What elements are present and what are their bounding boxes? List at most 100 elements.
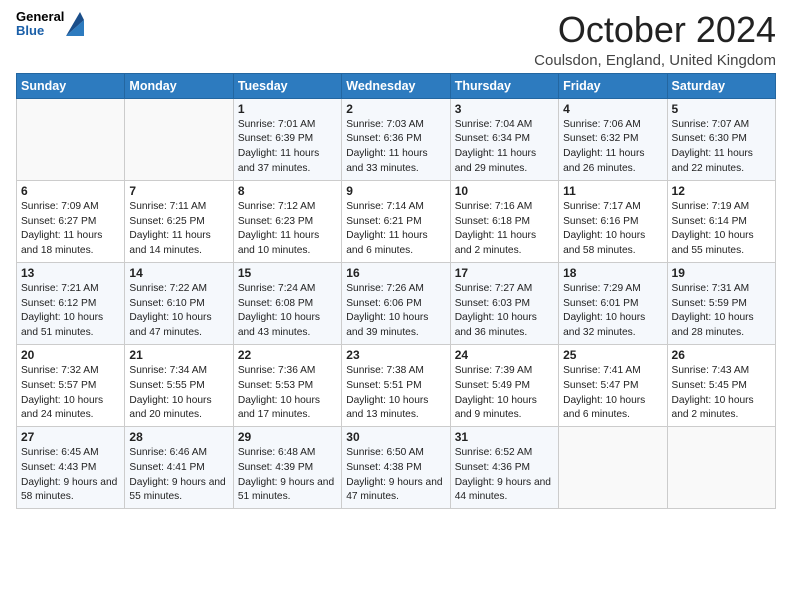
table-row: 3 Sunrise: 7:04 AMSunset: 6:34 PMDaylight… [450, 98, 558, 180]
table-row: 19 Sunrise: 7:31 AMSunset: 5:59 PMDayligh… [667, 262, 775, 344]
table-row: 12Sunrise: 7:19 AMSunset: 6:14 PMDayligh… [667, 180, 775, 262]
day-number: 17 [455, 266, 554, 280]
day-info: Sunrise: 7:14 AMSunset: 6:21 PMDaylight:… [346, 200, 445, 259]
day-info: Sunrise: 7:41 AMSunset: 5:47 PMDaylight:… [563, 364, 662, 423]
day-number: 18 [563, 266, 662, 280]
day-info: Sunrise: 7:01 AMSunset: 6:39 PMDaylight:… [238, 118, 337, 177]
day-info: Sunrise: 6:46 AMSunset: 4:41 PMDaylight:… [129, 446, 228, 505]
day-number: 22 [238, 348, 337, 362]
table-row: 2 Sunrise: 7:03 AMSunset: 6:36 PMDaylight… [342, 98, 450, 180]
calendar-table: Sunday Monday Tuesday Wednesday Thursday… [16, 73, 776, 510]
table-row: 16Sunrise: 7:26 AMSunset: 6:06 PMDayligh… [342, 262, 450, 344]
table-row: 26 Sunrise: 7:43 AMSunset: 5:45 PMDayligh… [667, 344, 775, 426]
table-row: 29Sunrise: 6:48 AMSunset: 4:39 PMDayligh… [233, 427, 341, 509]
day-info: Sunrise: 7:06 AMSunset: 6:32 PMDaylight:… [563, 118, 662, 177]
day-number: 1 [238, 102, 337, 116]
day-info: Sunrise: 6:48 AMSunset: 4:39 PMDaylight:… [238, 446, 337, 505]
table-row: 8Sunrise: 7:12 AMSunset: 6:23 PMDaylight… [233, 180, 341, 262]
col-friday: Friday [559, 73, 667, 98]
table-row: 22 Sunrise: 7:36 AMSunset: 5:53 PMDayligh… [233, 344, 341, 426]
calendar-week-row: 20Sunrise: 7:32 AMSunset: 5:57 PMDayligh… [17, 344, 776, 426]
day-info: Sunrise: 7:29 AMSunset: 6:01 PMDaylight:… [563, 282, 662, 341]
table-row: 6 Sunrise: 7:09 AMSunset: 6:27 PMDaylight… [17, 180, 125, 262]
day-number: 15 [238, 266, 337, 280]
month-title: October 2024 [534, 10, 776, 50]
day-number: 30 [346, 430, 445, 444]
col-thursday: Thursday [450, 73, 558, 98]
col-sunday: Sunday [17, 73, 125, 98]
table-row: 18 Sunrise: 7:29 AMSunset: 6:01 PMDayligh… [559, 262, 667, 344]
table-row: 31 Sunrise: 6:52 AMSunset: 4:36 PMDayligh… [450, 427, 558, 509]
day-info: Sunrise: 7:03 AMSunset: 6:36 PMDaylight:… [346, 118, 445, 177]
col-wednesday: Wednesday [342, 73, 450, 98]
page: General Blue October 2024 Coulsdon, Engl… [0, 0, 792, 612]
day-info: Sunrise: 7:11 AMSunset: 6:25 PMDaylight:… [129, 200, 228, 259]
calendar-week-row: 27Sunrise: 6:45 AMSunset: 4:43 PMDayligh… [17, 427, 776, 509]
table-row: 25 Sunrise: 7:41 AMSunset: 5:47 PMDayligh… [559, 344, 667, 426]
table-row: 14 Sunrise: 7:22 AMSunset: 6:10 PMDayligh… [125, 262, 233, 344]
table-row: 24Sunrise: 7:39 AMSunset: 5:49 PMDayligh… [450, 344, 558, 426]
day-info: Sunrise: 6:50 AMSunset: 4:38 PMDaylight:… [346, 446, 445, 505]
day-number: 28 [129, 430, 228, 444]
table-row: 13Sunrise: 7:21 AMSunset: 6:12 PMDayligh… [17, 262, 125, 344]
subtitle: Coulsdon, England, United Kingdom [534, 52, 776, 69]
day-info: Sunrise: 7:04 AMSunset: 6:34 PMDaylight:… [455, 118, 554, 177]
table-row: 20Sunrise: 7:32 AMSunset: 5:57 PMDayligh… [17, 344, 125, 426]
table-row: 5Sunrise: 7:07 AMSunset: 6:30 PMDaylight… [667, 98, 775, 180]
table-row: 27Sunrise: 6:45 AMSunset: 4:43 PMDayligh… [17, 427, 125, 509]
day-number: 20 [21, 348, 120, 362]
table-row: 11 Sunrise: 7:17 AMSunset: 6:16 PMDayligh… [559, 180, 667, 262]
day-number: 7 [129, 184, 228, 198]
day-number: 26 [672, 348, 771, 362]
logo-text: General Blue [16, 10, 64, 39]
day-info: Sunrise: 7:38 AMSunset: 5:51 PMDaylight:… [346, 364, 445, 423]
day-info: Sunrise: 7:16 AMSunset: 6:18 PMDaylight:… [455, 200, 554, 259]
day-number: 9 [346, 184, 445, 198]
day-info: Sunrise: 7:31 AMSunset: 5:59 PMDaylight:… [672, 282, 771, 341]
col-monday: Monday [125, 73, 233, 98]
col-saturday: Saturday [667, 73, 775, 98]
table-row [559, 427, 667, 509]
calendar-week-row: 6 Sunrise: 7:09 AMSunset: 6:27 PMDaylight… [17, 180, 776, 262]
logo: General Blue [16, 10, 84, 39]
header-row: Sunday Monday Tuesday Wednesday Thursday… [17, 73, 776, 98]
day-number: 21 [129, 348, 228, 362]
day-number: 3 [455, 102, 554, 116]
day-number: 25 [563, 348, 662, 362]
day-info: Sunrise: 7:27 AMSunset: 6:03 PMDaylight:… [455, 282, 554, 341]
table-row: 1 Sunrise: 7:01 AMSunset: 6:39 PMDaylight… [233, 98, 341, 180]
logo-blue: Blue [16, 24, 64, 38]
table-row: 10Sunrise: 7:16 AMSunset: 6:18 PMDayligh… [450, 180, 558, 262]
header: General Blue October 2024 Coulsdon, Engl… [16, 10, 776, 69]
table-row: 28 Sunrise: 6:46 AMSunset: 4:41 PMDayligh… [125, 427, 233, 509]
day-info: Sunrise: 7:34 AMSunset: 5:55 PMDaylight:… [129, 364, 228, 423]
day-number: 2 [346, 102, 445, 116]
day-number: 11 [563, 184, 662, 198]
day-info: Sunrise: 7:39 AMSunset: 5:49 PMDaylight:… [455, 364, 554, 423]
table-row: 23 Sunrise: 7:38 AMSunset: 5:51 PMDayligh… [342, 344, 450, 426]
day-number: 23 [346, 348, 445, 362]
logo-general: General [16, 10, 64, 24]
day-info: Sunrise: 7:43 AMSunset: 5:45 PMDaylight:… [672, 364, 771, 423]
day-number: 19 [672, 266, 771, 280]
table-row [17, 98, 125, 180]
day-number: 13 [21, 266, 120, 280]
col-tuesday: Tuesday [233, 73, 341, 98]
day-info: Sunrise: 6:52 AMSunset: 4:36 PMDaylight:… [455, 446, 554, 505]
day-info: Sunrise: 7:17 AMSunset: 6:16 PMDaylight:… [563, 200, 662, 259]
day-number: 8 [238, 184, 337, 198]
day-number: 27 [21, 430, 120, 444]
table-row [667, 427, 775, 509]
day-info: Sunrise: 7:22 AMSunset: 6:10 PMDaylight:… [129, 282, 228, 341]
day-info: Sunrise: 7:07 AMSunset: 6:30 PMDaylight:… [672, 118, 771, 177]
day-info: Sunrise: 7:09 AMSunset: 6:27 PMDaylight:… [21, 200, 120, 259]
day-number: 31 [455, 430, 554, 444]
day-number: 6 [21, 184, 120, 198]
day-info: Sunrise: 7:19 AMSunset: 6:14 PMDaylight:… [672, 200, 771, 259]
day-info: Sunrise: 7:36 AMSunset: 5:53 PMDaylight:… [238, 364, 337, 423]
day-number: 16 [346, 266, 445, 280]
logo-triangle-icon [66, 12, 84, 36]
day-number: 14 [129, 266, 228, 280]
table-row: 21 Sunrise: 7:34 AMSunset: 5:55 PMDayligh… [125, 344, 233, 426]
table-row: 4Sunrise: 7:06 AMSunset: 6:32 PMDaylight… [559, 98, 667, 180]
